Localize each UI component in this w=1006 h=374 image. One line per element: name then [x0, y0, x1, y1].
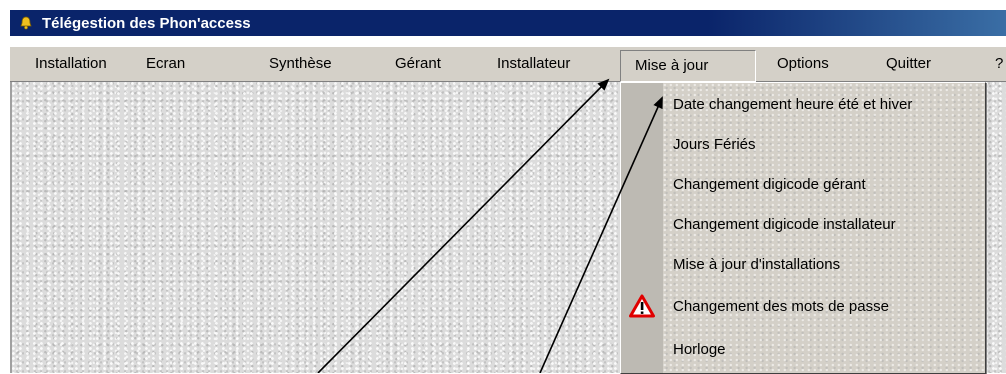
menu-gerant[interactable]: Gérant — [395, 49, 441, 79]
menu-mise-a-jour[interactable]: Mise à jour — [620, 50, 756, 82]
menu-quitter[interactable]: Quitter — [886, 49, 931, 79]
dropdown-menu-mise-a-jour: Date changement heure été et hiver Jours… — [620, 82, 986, 374]
menu-help[interactable]: ? — [995, 49, 1003, 79]
title-bar[interactable]: Télégestion des Phon'access — [10, 10, 1006, 36]
dropdown-item-label: Horloge — [673, 340, 726, 358]
dropdown-item-mise-a-jour-installations[interactable]: Mise à jour d'installations — [621, 244, 985, 284]
warning-icon — [629, 294, 655, 318]
app-window: Télégestion des Phon'access Installation… — [0, 0, 1006, 374]
menu-options[interactable]: Options — [777, 49, 829, 79]
dropdown-item-date-changement-heure[interactable]: Date changement heure été et hiver — [621, 84, 985, 124]
app-bell-icon[interactable] — [18, 15, 34, 31]
dropdown-item-jours-feries[interactable]: Jours Fériés — [621, 124, 985, 164]
window-title: Télégestion des Phon'access — [42, 14, 251, 32]
dropdown-item-label: Jours Fériés — [673, 135, 756, 153]
dropdown-item-mots-de-passe[interactable]: Changement des mots de passe — [621, 286, 985, 326]
dropdown-item-label: Mise à jour d'installations — [673, 255, 841, 273]
dropdown-item-digicode-gerant[interactable]: Changement digicode gérant — [621, 164, 985, 204]
dropdown-item-horloge[interactable]: Horloge — [621, 329, 985, 369]
menu-bar: Installation Ecran Synthèse Gérant Insta… — [10, 46, 1006, 82]
menu-installateur[interactable]: Installateur — [497, 49, 570, 79]
menu-installation[interactable]: Installation — [35, 49, 107, 79]
menu-ecran[interactable]: Ecran — [146, 49, 185, 79]
dropdown-item-label: Changement des mots de passe — [673, 297, 889, 315]
dropdown-item-digicode-installateur[interactable]: Changement digicode installateur — [621, 204, 985, 244]
dropdown-item-label: Changement digicode installateur — [673, 215, 896, 233]
menu-synthese[interactable]: Synthèse — [269, 49, 332, 79]
dropdown-item-label: Changement digicode gérant — [673, 175, 866, 193]
dropdown-item-label: Date changement heure été et hiver — [673, 95, 913, 113]
